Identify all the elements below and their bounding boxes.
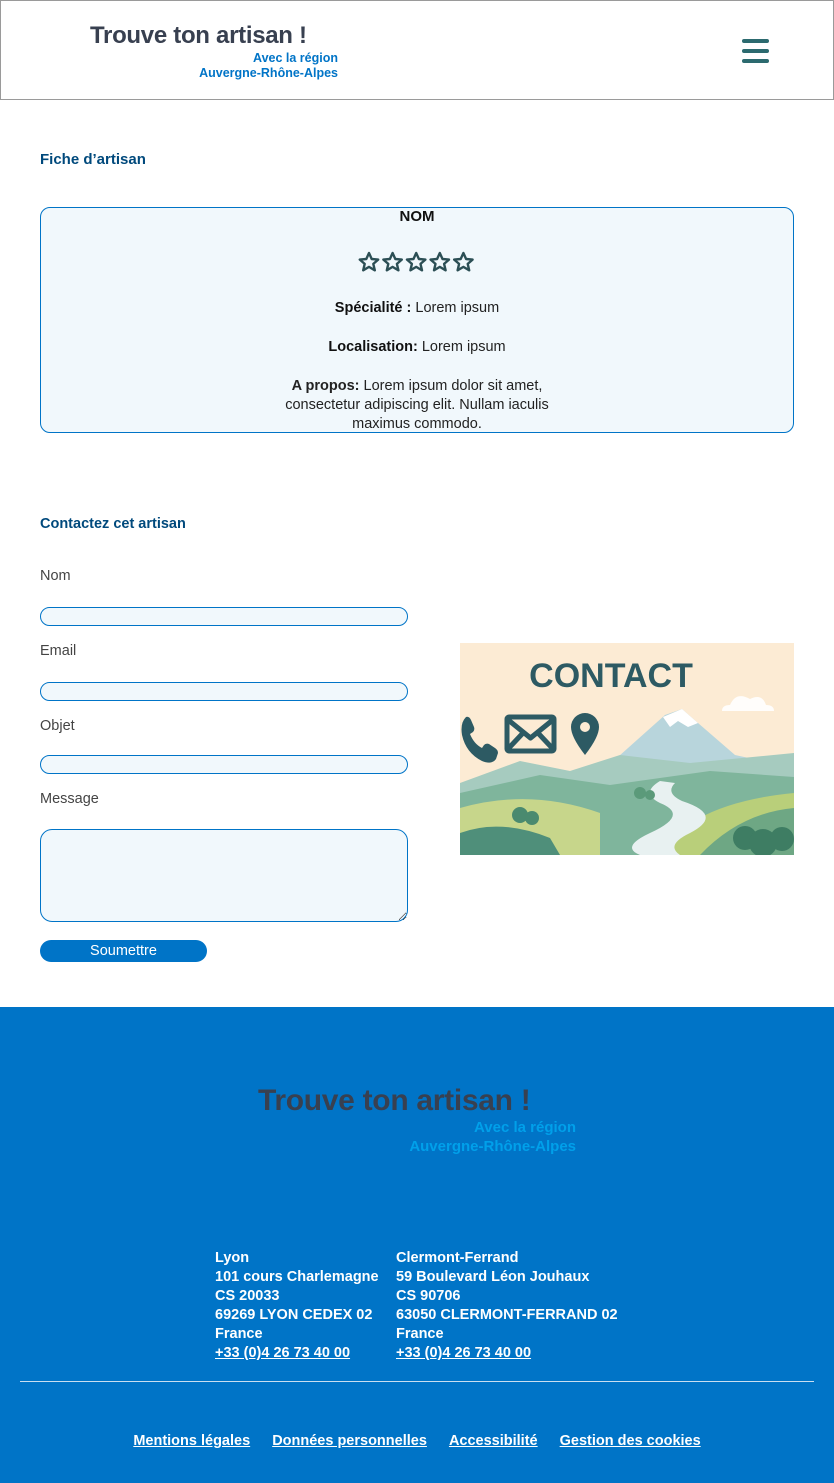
footer-logo-region: Auvergne-Rhône-Alpes <box>409 1138 576 1155</box>
star-outline-icon <box>429 251 451 272</box>
contact-illustration: CONTACT <box>460 643 794 855</box>
office-country: France <box>396 1326 444 1342</box>
subject-label: Objet <box>40 718 75 734</box>
footer-logo-title: Trouve ton artisan ! <box>258 1084 531 1117</box>
office-phone-link[interactable]: +33 (0)4 26 73 40 00 <box>215 1344 379 1363</box>
office-city: Lyon <box>215 1250 250 1266</box>
footer-divider <box>20 1381 814 1382</box>
contact-image-title: CONTACT <box>529 657 693 695</box>
rating-stars <box>358 251 474 272</box>
site-logo[interactable]: Trouve ton artisan ! Avec la région Auve… <box>90 21 338 81</box>
office-phone-link[interactable]: +33 (0)4 26 73 40 00 <box>396 1344 618 1363</box>
office-clermont: Clermont-Ferrand 59 Boulevard Léon Jouha… <box>396 1249 618 1363</box>
star-outline-icon <box>453 251 474 272</box>
email-label: Email <box>40 643 77 659</box>
office-postal: 69269 LYON CEDEX 02 <box>215 1307 373 1323</box>
star-outline-icon <box>405 251 427 272</box>
cookies-settings-link[interactable]: Gestion des cookies <box>560 1433 701 1449</box>
location-value: Lorem ipsum <box>417 339 506 355</box>
submit-button[interactable]: Soumettre <box>40 940 207 962</box>
office-cs: CS 20033 <box>215 1288 280 1304</box>
office-street: 101 cours Charlemagne <box>215 1269 379 1285</box>
contact-section-title: Contactez cet artisan <box>40 516 186 532</box>
message-label: Message <box>40 791 99 807</box>
artisan-name: NOM <box>399 208 435 225</box>
specialty-line: Spécialité : Lorem ipsum <box>0 299 834 318</box>
star-outline-icon <box>382 251 404 272</box>
message-field[interactable] <box>40 829 408 922</box>
specialty-label: Spécialité : <box>334 300 412 316</box>
site-header: Trouve ton artisan ! Avec la région Auve… <box>0 0 834 100</box>
office-country: France <box>215 1326 263 1342</box>
footer-logo-subtitle: Avec la région <box>474 1119 576 1136</box>
hamburger-menu-icon[interactable] <box>742 39 769 63</box>
logo-subtitle: Avec la région <box>253 51 338 65</box>
specialty-value: Lorem ipsum <box>411 300 500 316</box>
legal-notice-link[interactable]: Mentions légales <box>133 1433 250 1449</box>
star-outline-icon <box>358 251 380 272</box>
office-lyon: Lyon 101 cours Charlemagne CS 20033 6926… <box>215 1249 379 1363</box>
subject-field[interactable] <box>40 755 408 774</box>
personal-data-link[interactable]: Données personnelles <box>272 1433 427 1449</box>
about-label: A propos: <box>291 378 360 394</box>
accessibility-link[interactable]: Accessibilité <box>449 1433 538 1449</box>
footer-logo[interactable]: Trouve ton artisan ! Avec la région Auve… <box>258 1083 576 1157</box>
site-footer: Trouve ton artisan ! Avec la région Auve… <box>0 1007 834 1483</box>
profile-section-title: Fiche d’artisan <box>40 151 146 168</box>
office-city: Clermont-Ferrand <box>396 1250 519 1266</box>
office-postal: 63050 CLERMONT-FERRAND 02 <box>396 1307 618 1323</box>
about-line: A propos: Lorem ipsum dolor sit amet, co… <box>267 377 567 434</box>
logo-title: Trouve ton artisan ! <box>90 22 307 49</box>
office-cs: CS 90706 <box>396 1288 461 1304</box>
name-label: Nom <box>40 568 71 584</box>
name-field[interactable] <box>40 607 408 626</box>
location-label: Localisation: <box>328 339 418 355</box>
email-field[interactable] <box>40 682 408 701</box>
location-line: Localisation: Lorem ipsum <box>0 338 834 357</box>
logo-region: Auvergne-Rhône-Alpes <box>199 66 338 80</box>
footer-legal-links: Mentions légales Données personnelles Ac… <box>0 1433 834 1449</box>
office-street: 59 Boulevard Léon Jouhaux <box>396 1269 590 1285</box>
